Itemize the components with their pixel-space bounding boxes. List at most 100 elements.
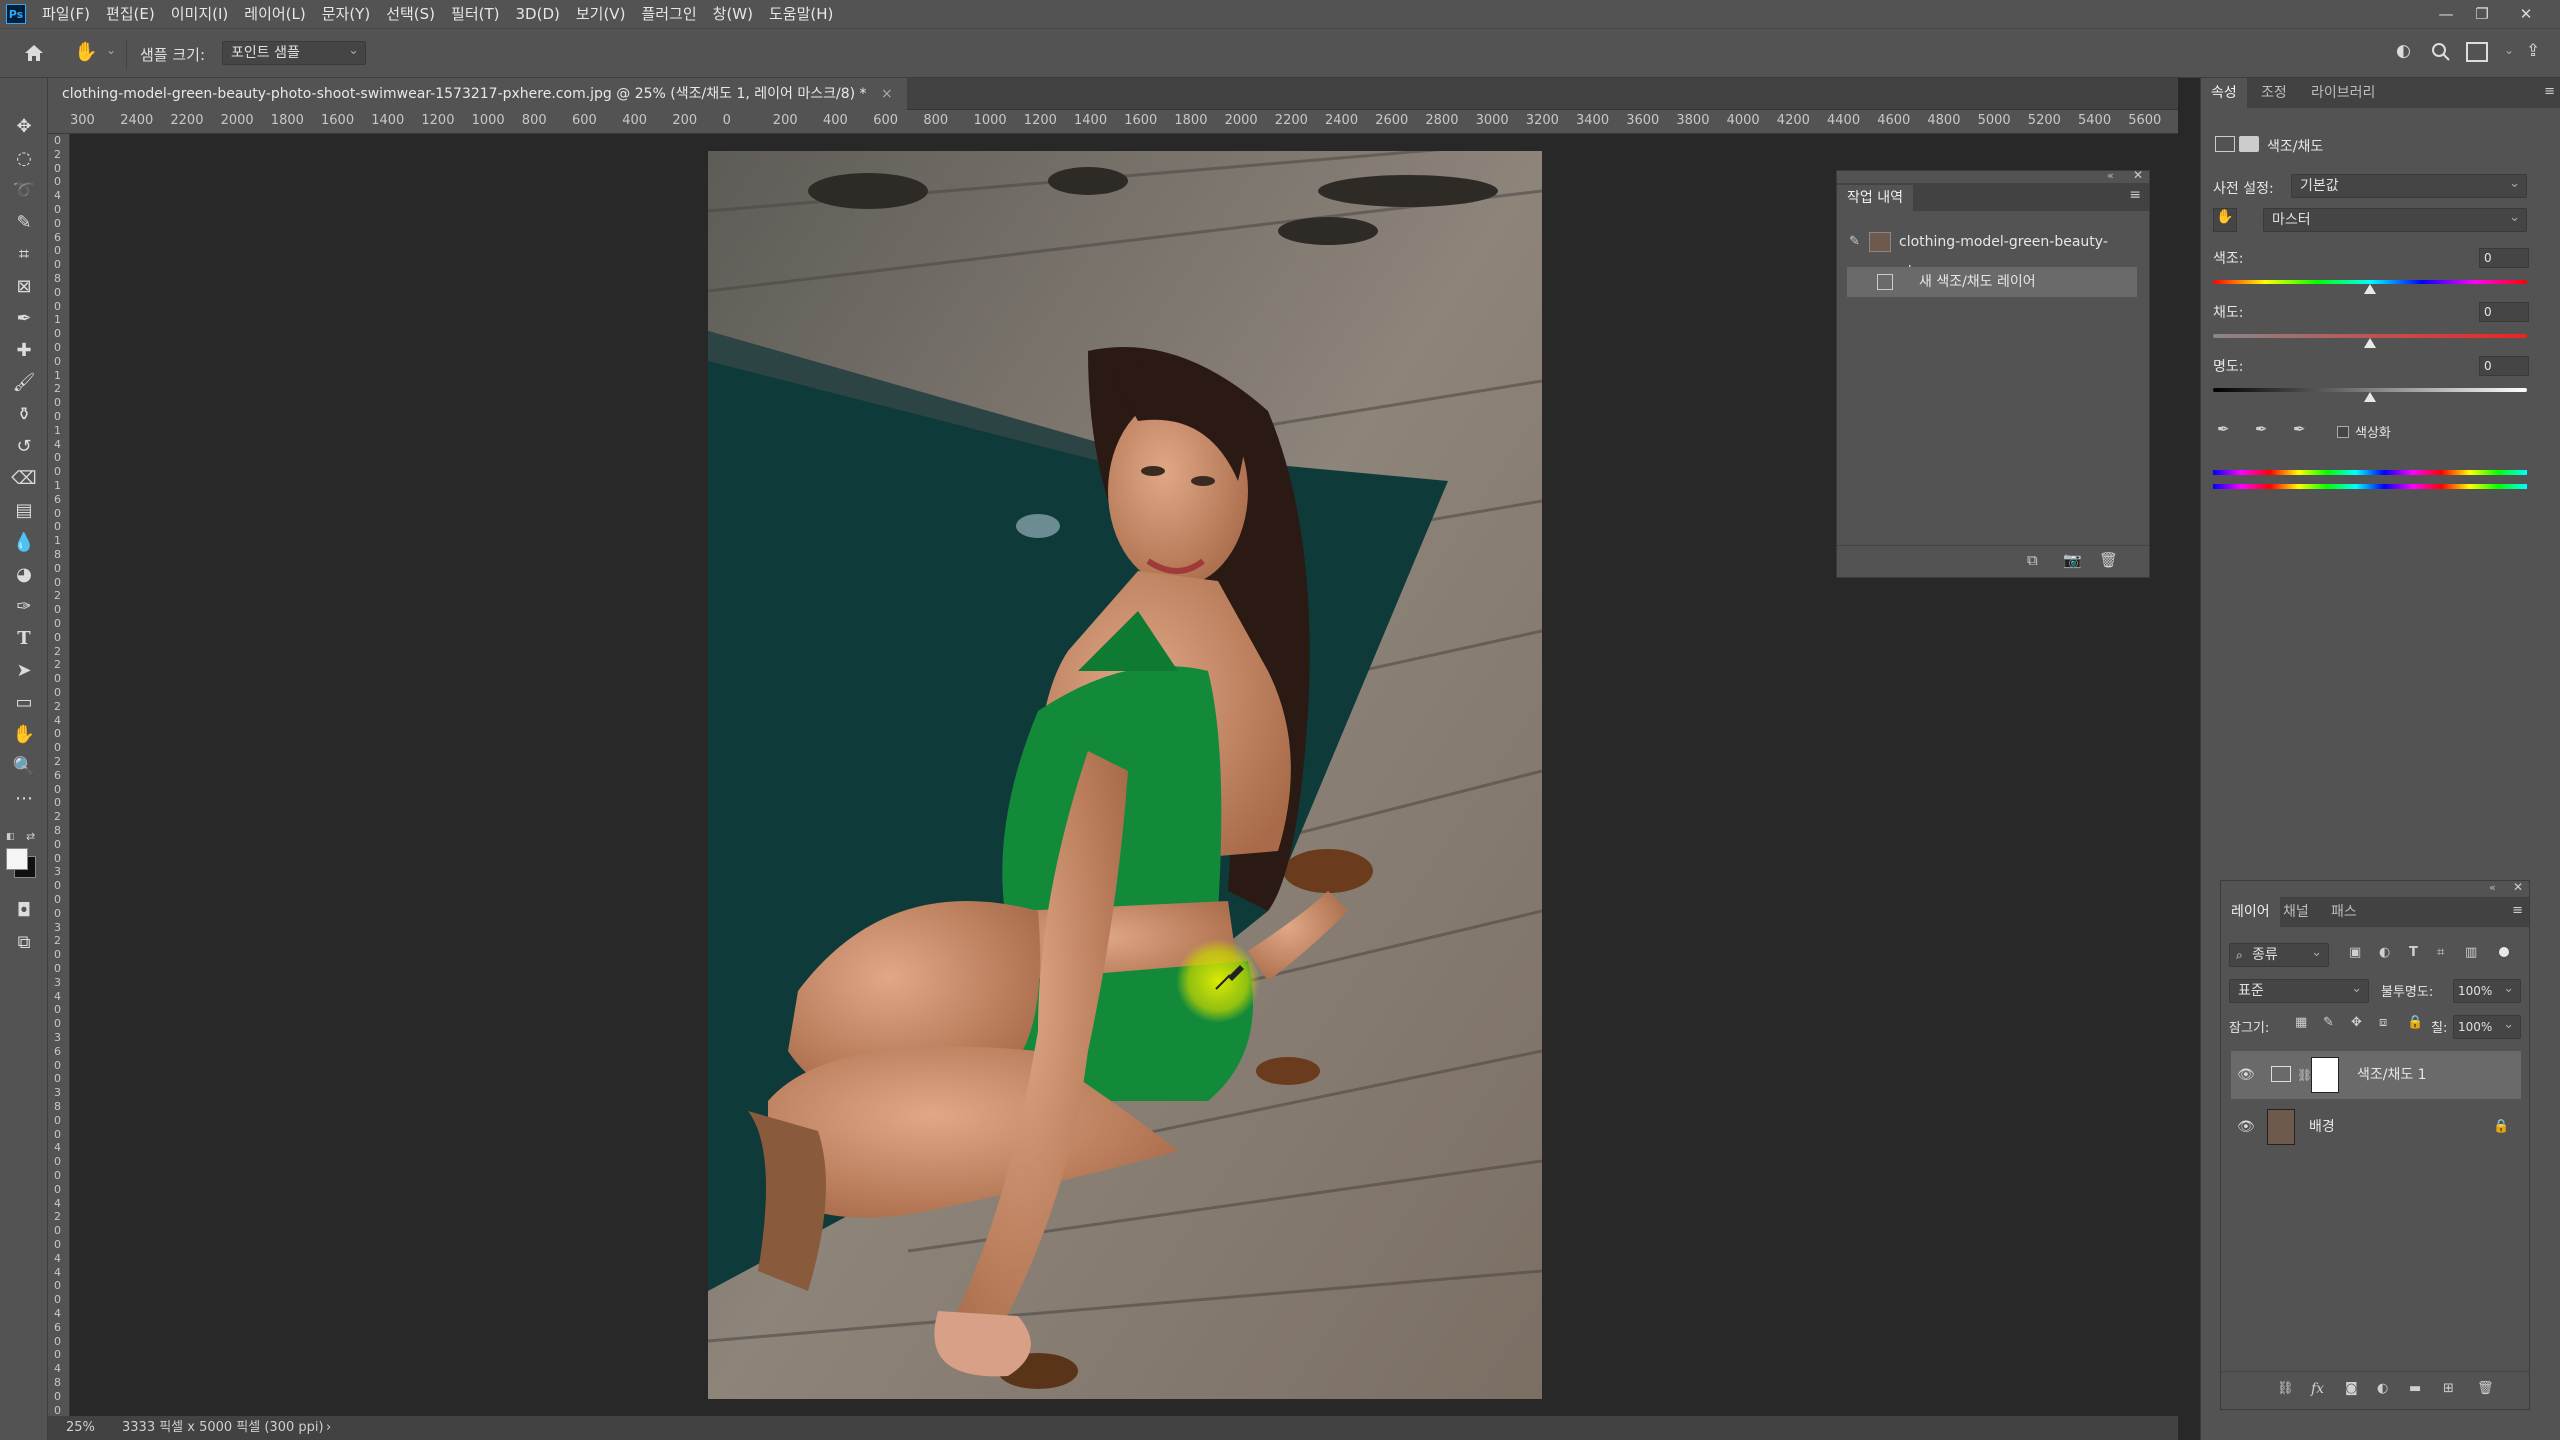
lock-image-pixels-icon[interactable]: ✎ [2323,1015,2334,1030]
foreground-color-swatch[interactable] [6,848,28,870]
tab-paths[interactable]: 패스 [2321,897,2367,927]
new-group-icon[interactable]: ▬ [2409,1381,2421,1396]
panel-menu-icon[interactable]: ≡ [2544,84,2555,99]
workspace-icon[interactable] [2466,42,2488,62]
document-close-icon[interactable]: × [881,86,893,102]
menu-edit[interactable]: 편집(E) [98,0,163,28]
collapse-panel-icon[interactable]: « [2107,169,2114,182]
marquee-tool-icon[interactable]: ◌ [8,144,40,172]
zoom-level[interactable]: 25% [66,1416,95,1440]
history-snapshot-row[interactable]: ✎ clothing-model-green-beauty-ph... [1847,227,2137,280]
layer-style-fx-icon[interactable]: fx [2311,1381,2324,1397]
type-tool-icon[interactable]: T [8,624,40,652]
document-tab[interactable]: clothing-model-green-beauty-photo-shoot-… [48,78,907,110]
colorize-checkbox[interactable] [2337,426,2349,438]
more-tools-icon[interactable]: ⋯ [8,784,40,812]
blend-mode-dropdown[interactable]: 표준 [2229,978,2369,1003]
tab-libraries[interactable]: 라이브러리 [2301,78,2385,108]
status-info-arrow-icon[interactable]: › [326,1416,331,1440]
layer-row-background[interactable]: 👁 배경 🔒 [2231,1103,2521,1151]
hue-value-input[interactable]: 0 [2479,248,2529,268]
lightness-value-input[interactable]: 0 [2479,356,2529,376]
mask-icon[interactable] [2239,136,2259,152]
tab-adjustments[interactable]: 조정 [2251,78,2297,108]
menu-help[interactable]: 도움말(H) [761,0,841,28]
default-colors-icon[interactable]: ◧ [6,832,16,842]
share-icon[interactable]: ⇪ [2526,41,2540,61]
horizontal-ruler[interactable]: 300 2400 2200 2000 1800 1600 1400 1200 1000 800 60… [48,110,2178,134]
crop-tool-icon[interactable]: ⌗ [8,240,40,268]
history-tab[interactable]: 작업 내역 [1837,185,1913,211]
add-mask-icon[interactable]: ◙ [2345,1381,2358,1396]
gradient-tool-icon[interactable]: ▤ [8,496,40,524]
lightness-slider-thumb[interactable] [2364,392,2376,402]
filter-adjustment-icon[interactable]: ◐ [2379,945,2390,960]
delete-layer-icon[interactable]: 🗑 [2477,1381,2494,1396]
camera-icon[interactable]: 📷 [2063,551,2082,569]
search-icon[interactable] [2430,41,2452,67]
saturation-value-input[interactable]: 0 [2479,302,2529,322]
frame-tool-icon[interactable]: ⊠ [8,272,40,300]
pen-tool-icon[interactable]: ✑ [8,592,40,620]
menu-plugins[interactable]: 플러그인 [633,0,704,28]
filter-pixel-icon[interactable]: ▣ [2349,945,2361,960]
history-brush-source-icon[interactable]: ✎ [1849,227,1860,257]
lock-artboard-icon[interactable]: ⧈ [2379,1015,2387,1030]
filter-type-icon[interactable]: T [2409,945,2418,960]
menu-view[interactable]: 보기(V) [568,0,634,28]
filter-toggle-icon[interactable] [2499,947,2509,957]
eyedropper-icon[interactable]: ✒ [2217,420,2230,438]
visibility-eye-icon[interactable]: 👁 [2237,1103,2255,1151]
lock-all-icon[interactable]: 🔒 [2407,1015,2423,1030]
new-document-from-state-icon[interactable]: ⧉ [2027,551,2038,569]
trash-icon[interactable]: 🗑 [2099,551,2118,569]
restore-icon[interactable]: ❐ [2464,0,2500,28]
screen-mode-icon[interactable]: ⧉ [8,928,40,956]
history-brush-tool-icon[interactable]: ↺ [8,432,40,460]
eraser-tool-icon[interactable]: ⌫ [8,464,40,492]
lock-transparent-pixels-icon[interactable]: ▦ [2295,1015,2307,1030]
rectangle-tool-icon[interactable]: ▭ [8,688,40,716]
layer-mask-thumbnail[interactable] [2311,1057,2339,1093]
document-image[interactable] [708,151,1542,1399]
brush-tool-icon[interactable]: 🖌 [8,368,40,396]
visibility-eye-icon[interactable]: 👁 [2237,1051,2255,1099]
eyedropper-plus-icon[interactable]: ✒ [2255,420,2268,438]
filter-shape-icon[interactable]: ⌗ [2437,945,2444,960]
layer-row-hue-saturation[interactable]: 👁 ⛓ 색조/채도 1 [2231,1051,2521,1099]
preset-dropdown[interactable]: 기본값 [2291,173,2527,198]
tool-preset-chevron-icon[interactable]: ⌄ [106,43,116,57]
filter-smart-object-icon[interactable]: ▥ [2465,945,2477,960]
clone-stamp-tool-icon[interactable]: ⚱ [8,400,40,428]
vertical-ruler[interactable]: 0200400600800100012001400160018002000220… [48,134,70,1426]
quick-select-tool-icon[interactable]: ✎ [8,208,40,236]
close-panel-icon[interactable]: ✕ [2513,880,2523,894]
menu-3d[interactable]: 3D(D) [508,0,568,28]
menu-window[interactable]: 창(W) [705,0,761,28]
healing-brush-tool-icon[interactable]: ✚ [8,336,40,364]
home-icon[interactable] [22,41,46,65]
menu-filter[interactable]: 필터(T) [443,0,507,28]
dodge-tool-icon[interactable]: ◕ [8,560,40,588]
move-tool-icon[interactable]: ✥ [8,112,40,140]
hue-slider-thumb[interactable] [2364,284,2376,294]
eyedropper-minus-icon[interactable]: ✒ [2293,420,2306,438]
saturation-slider-thumb[interactable] [2364,338,2376,348]
mask-link-icon[interactable]: ⛓ [2297,1051,2312,1099]
menu-layer[interactable]: 레이어(L) [236,0,313,28]
hand-tool-icon[interactable]: ✋ [8,720,40,748]
collapse-panel-icon[interactable]: « [2489,881,2496,894]
lock-position-icon[interactable]: ✥ [2351,1015,2362,1030]
link-layers-icon[interactable]: ⛓ [2277,1381,2294,1396]
tab-layers[interactable]: 레이어 [2221,897,2280,927]
account-icon[interactable]: ◐ [2396,41,2420,65]
tab-channels[interactable]: 채널 [2273,897,2319,927]
channel-dropdown[interactable]: 마스터 [2263,207,2527,232]
photoshop-logo-icon[interactable]: Ps [6,4,26,24]
close-window-icon[interactable]: ✕ [2508,0,2544,28]
menu-image[interactable]: 이미지(I) [163,0,237,28]
fill-input[interactable]: 100% [2453,1014,2521,1039]
path-selection-tool-icon[interactable]: ➤ [8,656,40,684]
panel-menu-icon[interactable]: ≡ [2129,187,2141,203]
opacity-input[interactable]: 100% [2453,978,2521,1003]
